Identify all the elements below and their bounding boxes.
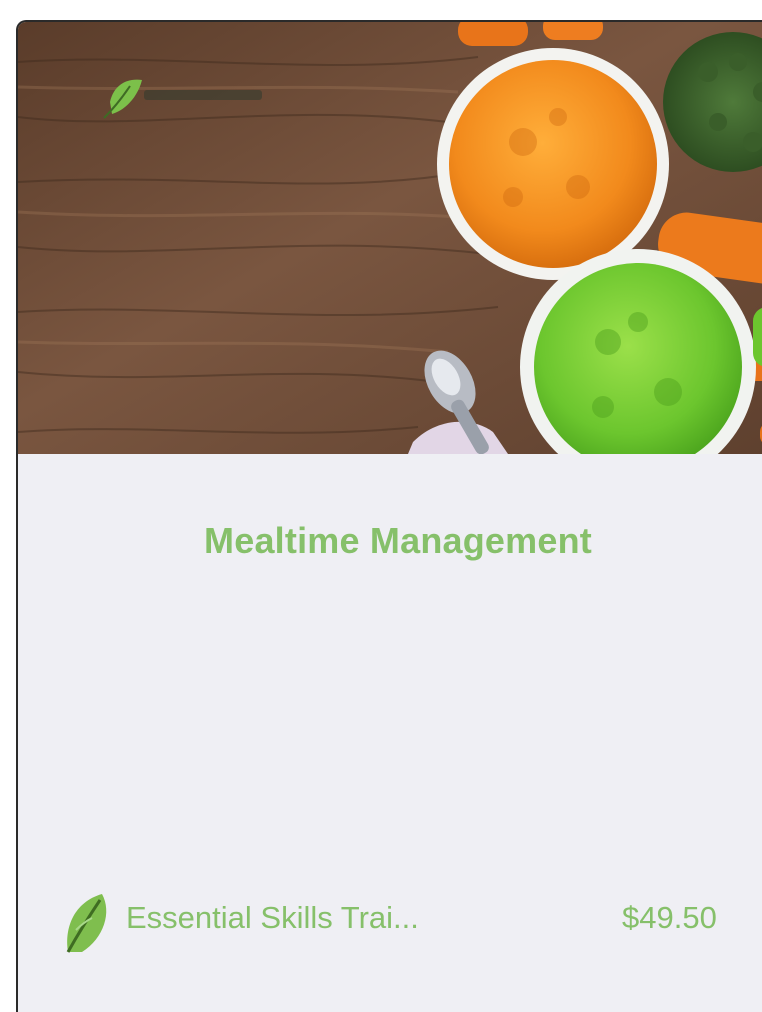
course-title[interactable]: Mealtime Management: [18, 520, 762, 562]
course-price: $49.50: [622, 900, 717, 935]
leaf-logo-icon: [62, 890, 114, 958]
course-image[interactable]: [18, 22, 762, 454]
course-card[interactable]: Mealtime Management Essential Skills Tra…: [16, 20, 762, 1012]
provider-name[interactable]: Essential Skills Trai...: [126, 900, 419, 936]
